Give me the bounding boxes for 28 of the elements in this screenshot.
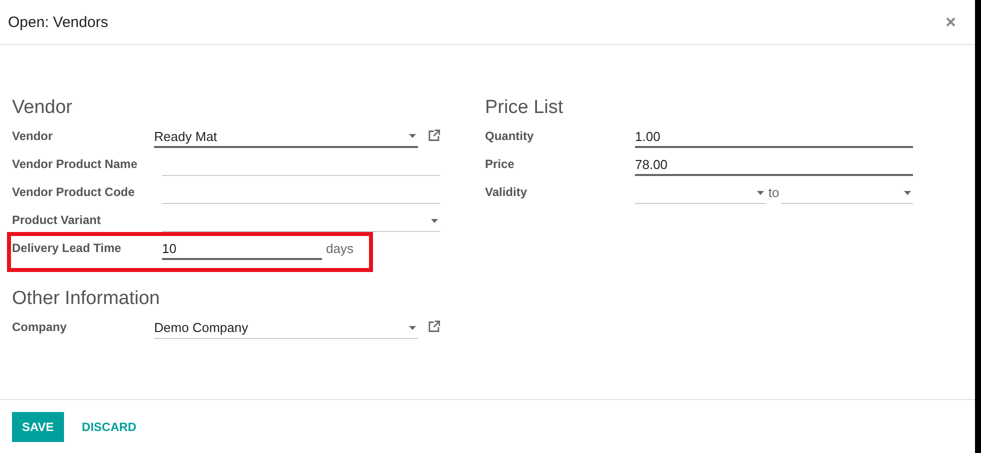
input-field[interactable]: 10 — [162, 238, 322, 260]
dropdown-field[interactable]: Demo Company — [154, 317, 418, 339]
field-label: Validity — [485, 184, 528, 199]
field-label: Company — [12, 319, 68, 334]
section-title: Other Information — [12, 288, 161, 310]
section-title: Vendor — [12, 97, 74, 119]
section-title: Price List — [485, 97, 564, 119]
field-label: Vendor Product Name — [12, 156, 138, 171]
close-button[interactable]: × — [945, 12, 956, 32]
range-separator: to — [768, 184, 780, 200]
caret-icon[interactable] — [408, 326, 416, 330]
field-label: Product Variant — [12, 212, 102, 227]
external-link-icon[interactable] — [428, 129, 440, 142]
field-label: Vendor — [12, 128, 54, 143]
dropdown-field[interactable]: Ready Mat — [154, 126, 418, 148]
field-label: Price — [485, 156, 516, 171]
external-link-icon[interactable] — [428, 320, 440, 333]
caret-icon[interactable] — [431, 218, 438, 222]
caret-icon[interactable] — [408, 134, 416, 138]
unit-label: days — [326, 240, 354, 256]
caret-icon[interactable] — [904, 190, 911, 194]
input-field[interactable]: 78.00 — [635, 154, 913, 176]
input-field[interactable]: 1.00 — [635, 126, 913, 148]
field-label: Delivery Lead Time — [12, 240, 122, 255]
caret-icon[interactable] — [757, 190, 764, 194]
dialog-title: Open: Vendors — [8, 14, 108, 30]
field-label: Vendor Product Code — [12, 184, 136, 199]
field-label: Quantity — [485, 128, 535, 143]
